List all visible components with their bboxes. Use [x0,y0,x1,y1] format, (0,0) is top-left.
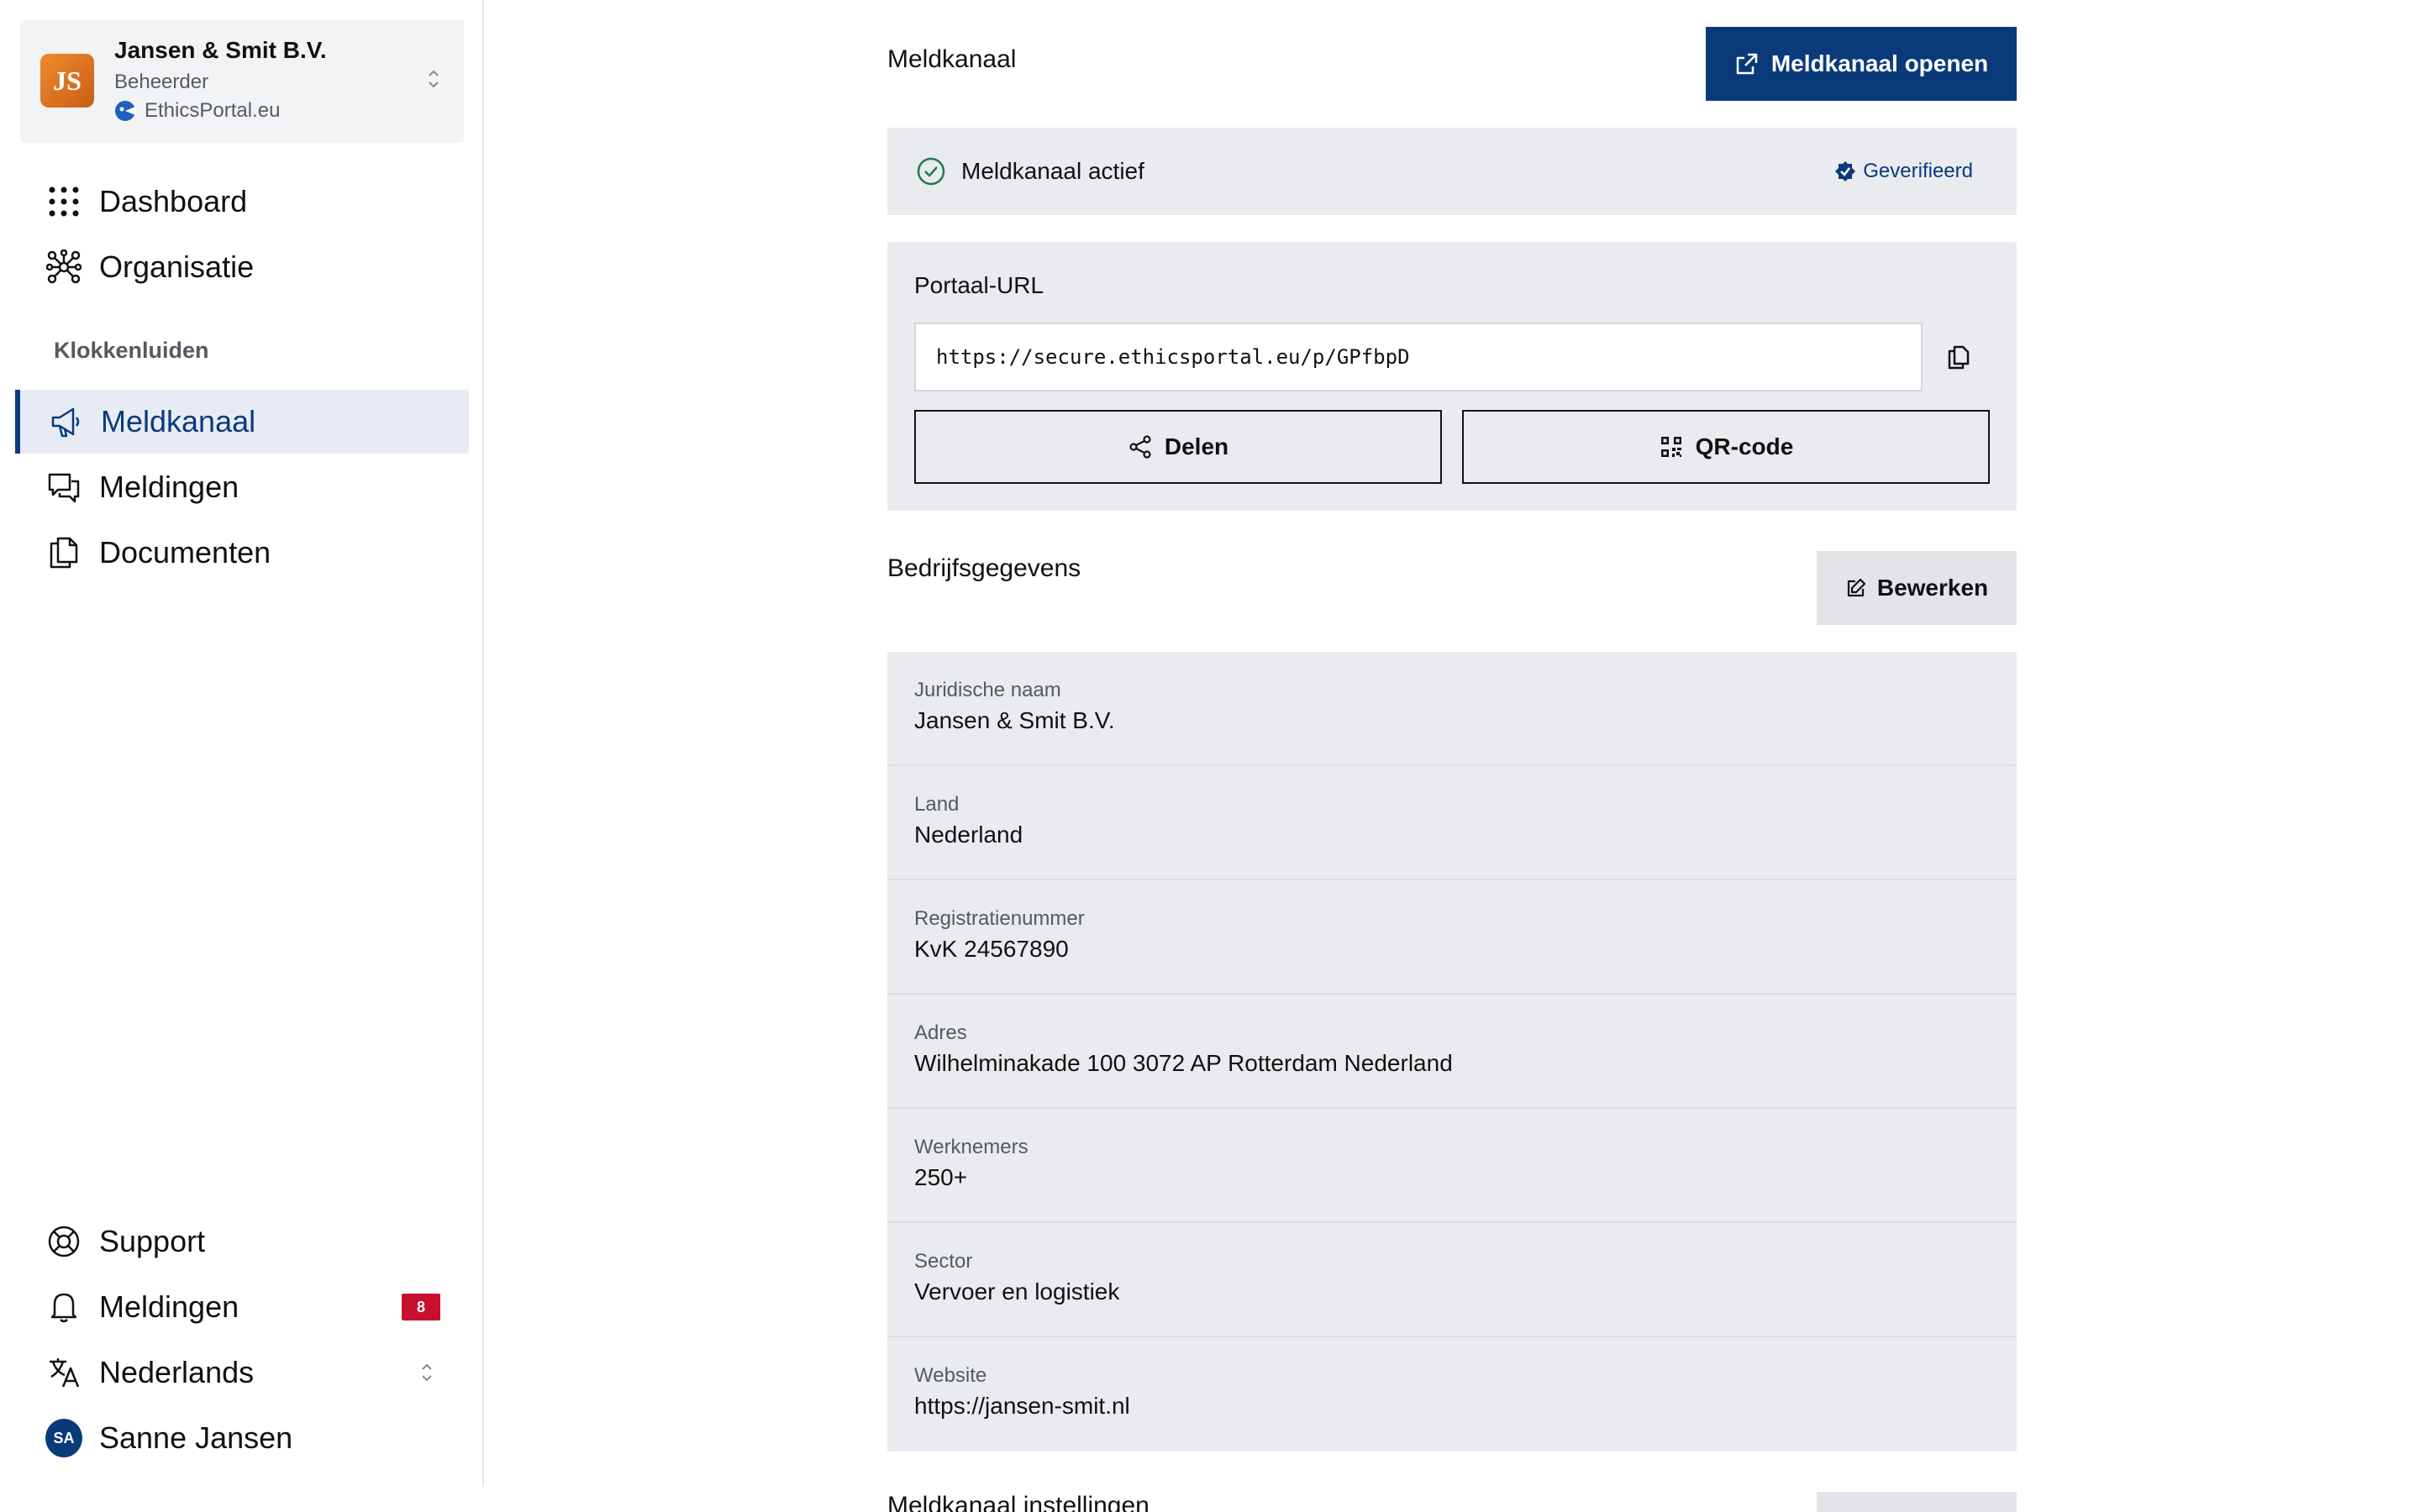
edit-label: Bewerken [1876,575,1989,601]
grid-icon [45,183,82,220]
sidebar-item-label: Meldingen [99,1289,239,1324]
settings-section-title: Meldkanaal instellingen [887,1492,1150,1512]
portal-logo-icon [115,101,136,121]
organization-logo: JS [40,54,94,108]
notification-count-badge: 8 [402,1294,440,1320]
open-channel-label: Meldkanaal openen [1770,50,1989,76]
lifebuoy-icon [45,1223,82,1260]
user-name: Sanne Jansen [99,1420,293,1455]
external-link-icon [1736,53,1758,75]
detail-row-legal-name: Juridische naam Jansen & Smit B.V. [887,652,2017,766]
verified-badge-icon [1835,161,1856,181]
qr-code-button[interactable]: QR-code [1462,410,1990,484]
page-title: Meldkanaal [887,45,1017,73]
chevron-updown-icon [422,1363,432,1382]
sidebar-item-label: Organisatie [99,249,255,284]
detail-label: Land [914,793,960,816]
chevron-updown-icon [429,70,439,88]
detail-row-address: Adres Wilhelminakade 100 3072 AP Rotterd… [887,995,2017,1109]
detail-row-country: Land Nederland [887,766,2017,880]
copy-icon [1948,345,1970,370]
detail-label: Website [914,1364,987,1387]
detail-value: Vervoer en logistiek [914,1278,1120,1305]
share-button[interactable]: Delen [914,410,1442,484]
detail-value: https://jansen-smit.nl [914,1393,1130,1419]
sidebar-item-support[interactable]: Support [15,1210,469,1273]
sidebar-item-organisatie[interactable]: Organisatie [15,235,469,299]
organization-name: Jansen & Smit B.V. [114,37,327,63]
organization-portal: EthicsPortal.eu [114,99,280,123]
detail-value: KvK 24567890 [914,936,1069,962]
language-label: Nederlands [99,1355,255,1389]
organization-switcher[interactable]: JS Jansen & Smit B.V. Beheerder EthicsPo… [20,20,464,143]
edit-icon [1847,578,1865,597]
sidebar: JS Jansen & Smit B.V. Beheerder EthicsPo… [0,0,484,1487]
language-selector[interactable]: Nederlands [15,1341,469,1404]
company-details-list: Juridische naam Jansen & Smit B.V. Land … [887,652,2017,1452]
megaphone-icon [47,403,84,440]
network-icon [45,249,82,286]
sidebar-item-label: Support [99,1224,206,1258]
sidebar-item-meldingen[interactable]: Meldingen [15,455,469,519]
settings-edit-button[interactable] [1817,1492,2017,1512]
sidebar-item-meldkanaal[interactable]: Meldkanaal [15,390,469,454]
verified-text: Geverifieerd [1863,160,1973,182]
portal-url-label: Portaal-URL [914,272,1044,298]
sidebar-item-label: Meldingen [99,470,239,504]
documents-icon [45,534,82,571]
detail-value: Nederland [914,822,1023,848]
edit-company-button[interactable]: Bewerken [1817,551,2017,625]
detail-label: Registratienummer [914,907,1085,930]
sidebar-item-documenten[interactable]: Documenten [15,521,469,585]
detail-label: Sector [914,1250,973,1273]
chat-bubbles-icon [45,469,82,506]
portal-url-field[interactable]: https://secure.ethicsportal.eu/p/GPfbpD [914,323,1923,391]
portal-name: EthicsPortal.eu [145,99,281,122]
channel-status-text: Meldkanaal actief [961,158,1144,184]
avatar: SA [45,1419,82,1457]
qr-code-label: QR-code [1695,433,1794,459]
user-menu[interactable]: SA Sanne Jansen [15,1406,469,1470]
share-icon [1129,435,1151,459]
verified-badge: Geverifieerd [1834,128,1973,215]
sidebar-item-label: Meldkanaal [101,404,256,438]
detail-row-employees: Werknemers 250+ [887,1109,2017,1223]
detail-row-website: Website https://jansen-smit.nl [887,1337,2017,1452]
bell-icon [45,1289,82,1326]
channel-status-bar: Meldkanaal actief Geverifieerd [887,128,2017,215]
sidebar-item-dashboard[interactable]: Dashboard [15,170,469,234]
sidebar-item-label: Dashboard [99,184,248,218]
detail-row-registration: Registratienummer KvK 24567890 [887,880,2017,995]
detail-label: Adres [914,1021,967,1044]
organization-role: Beheerder [114,71,209,93]
company-section-title: Bedrijfsgegevens [887,554,1081,582]
check-circle-icon [917,157,945,186]
share-label: Delen [1164,433,1229,459]
nav-section-title: Klokkenluiden [54,338,209,363]
detail-value: 250+ [914,1164,968,1190]
portal-url-card: Portaal-URL https://secure.ethicsportal.… [887,242,2017,511]
detail-label: Juridische naam [914,679,1061,701]
copy-url-button[interactable] [1939,338,1978,376]
qr-code-icon [1660,437,1681,457]
open-channel-button[interactable]: Meldkanaal openen [1706,27,2017,101]
avatar-wrapper: SA [45,1419,82,1457]
detail-row-sector: Sector Vervoer en logistiek [887,1223,2017,1337]
detail-label: Werknemers [914,1136,1028,1158]
detail-value: Wilhelminakade 100 3072 AP Rotterdam Ned… [914,1050,1453,1076]
sidebar-item-label: Documenten [99,535,271,570]
detail-value: Jansen & Smit B.V. [914,707,1115,733]
channel-status: Meldkanaal actief [916,128,1144,215]
translate-icon [45,1354,82,1391]
sidebar-item-notifications[interactable]: Meldingen 8 [15,1275,469,1339]
